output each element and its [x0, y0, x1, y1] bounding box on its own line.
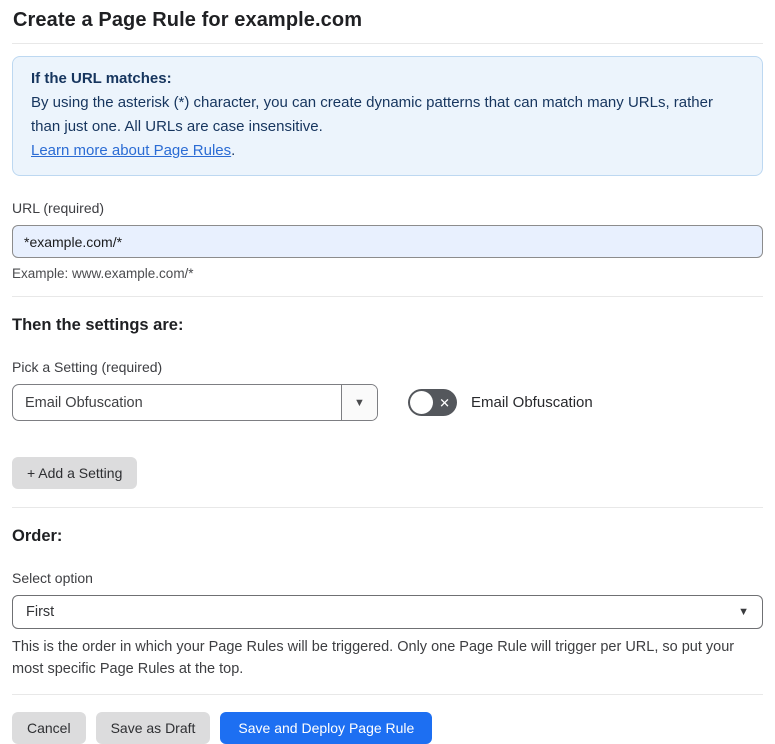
order-select-value: First	[26, 604, 55, 620]
learn-more-link[interactable]: Learn more about Page Rules	[31, 142, 231, 159]
footer-divider	[12, 694, 763, 695]
link-period: .	[231, 142, 236, 159]
email-obfuscation-toggle-group: ✕ Email Obfuscation	[408, 389, 593, 416]
toggle-knob	[410, 391, 433, 414]
title-divider	[12, 43, 763, 44]
setting-select-value: Email Obfuscation	[25, 394, 143, 411]
url-input[interactable]	[12, 225, 763, 258]
email-obfuscation-toggle[interactable]: ✕	[408, 389, 457, 416]
url-field-label: URL (required)	[12, 200, 105, 216]
page-title: Create a Page Rule for example.com	[13, 9, 363, 31]
info-box-body: By using the asterisk (*) character, you…	[31, 94, 713, 135]
order-helper-text: This is the order in which your Page Rul…	[12, 639, 735, 677]
create-page-rule-form: Create a Page Rule for example.com If th…	[0, 0, 775, 744]
setting-select[interactable]: Email Obfuscation ▼	[12, 384, 378, 421]
info-box-link-line: Learn more about Page Rules.	[31, 139, 744, 163]
section-divider	[12, 507, 763, 508]
order-section-heading: Order:	[12, 527, 63, 545]
setting-picker-row: Email Obfuscation ▼ ✕ Email Obfuscation	[12, 384, 763, 421]
pick-setting-label: Pick a Setting (required)	[12, 359, 163, 375]
chevron-down-icon: ▼	[738, 606, 749, 618]
settings-section-heading: Then the settings are:	[12, 316, 184, 334]
toggle-off-icon: ✕	[439, 395, 450, 410]
chevron-down-icon[interactable]: ▼	[341, 385, 377, 420]
order-select-label: Select option	[12, 570, 93, 586]
info-box-heading: If the URL matches:	[31, 70, 172, 87]
toggle-label: Email Obfuscation	[471, 394, 593, 411]
url-example-helper: Example: www.example.com/*	[12, 266, 194, 281]
order-select[interactable]: First ▼	[12, 595, 763, 629]
url-matches-info-box: If the URL matches: By using the asteris…	[12, 56, 763, 176]
section-divider	[12, 296, 763, 297]
add-setting-button[interactable]: + Add a Setting	[12, 457, 138, 489]
